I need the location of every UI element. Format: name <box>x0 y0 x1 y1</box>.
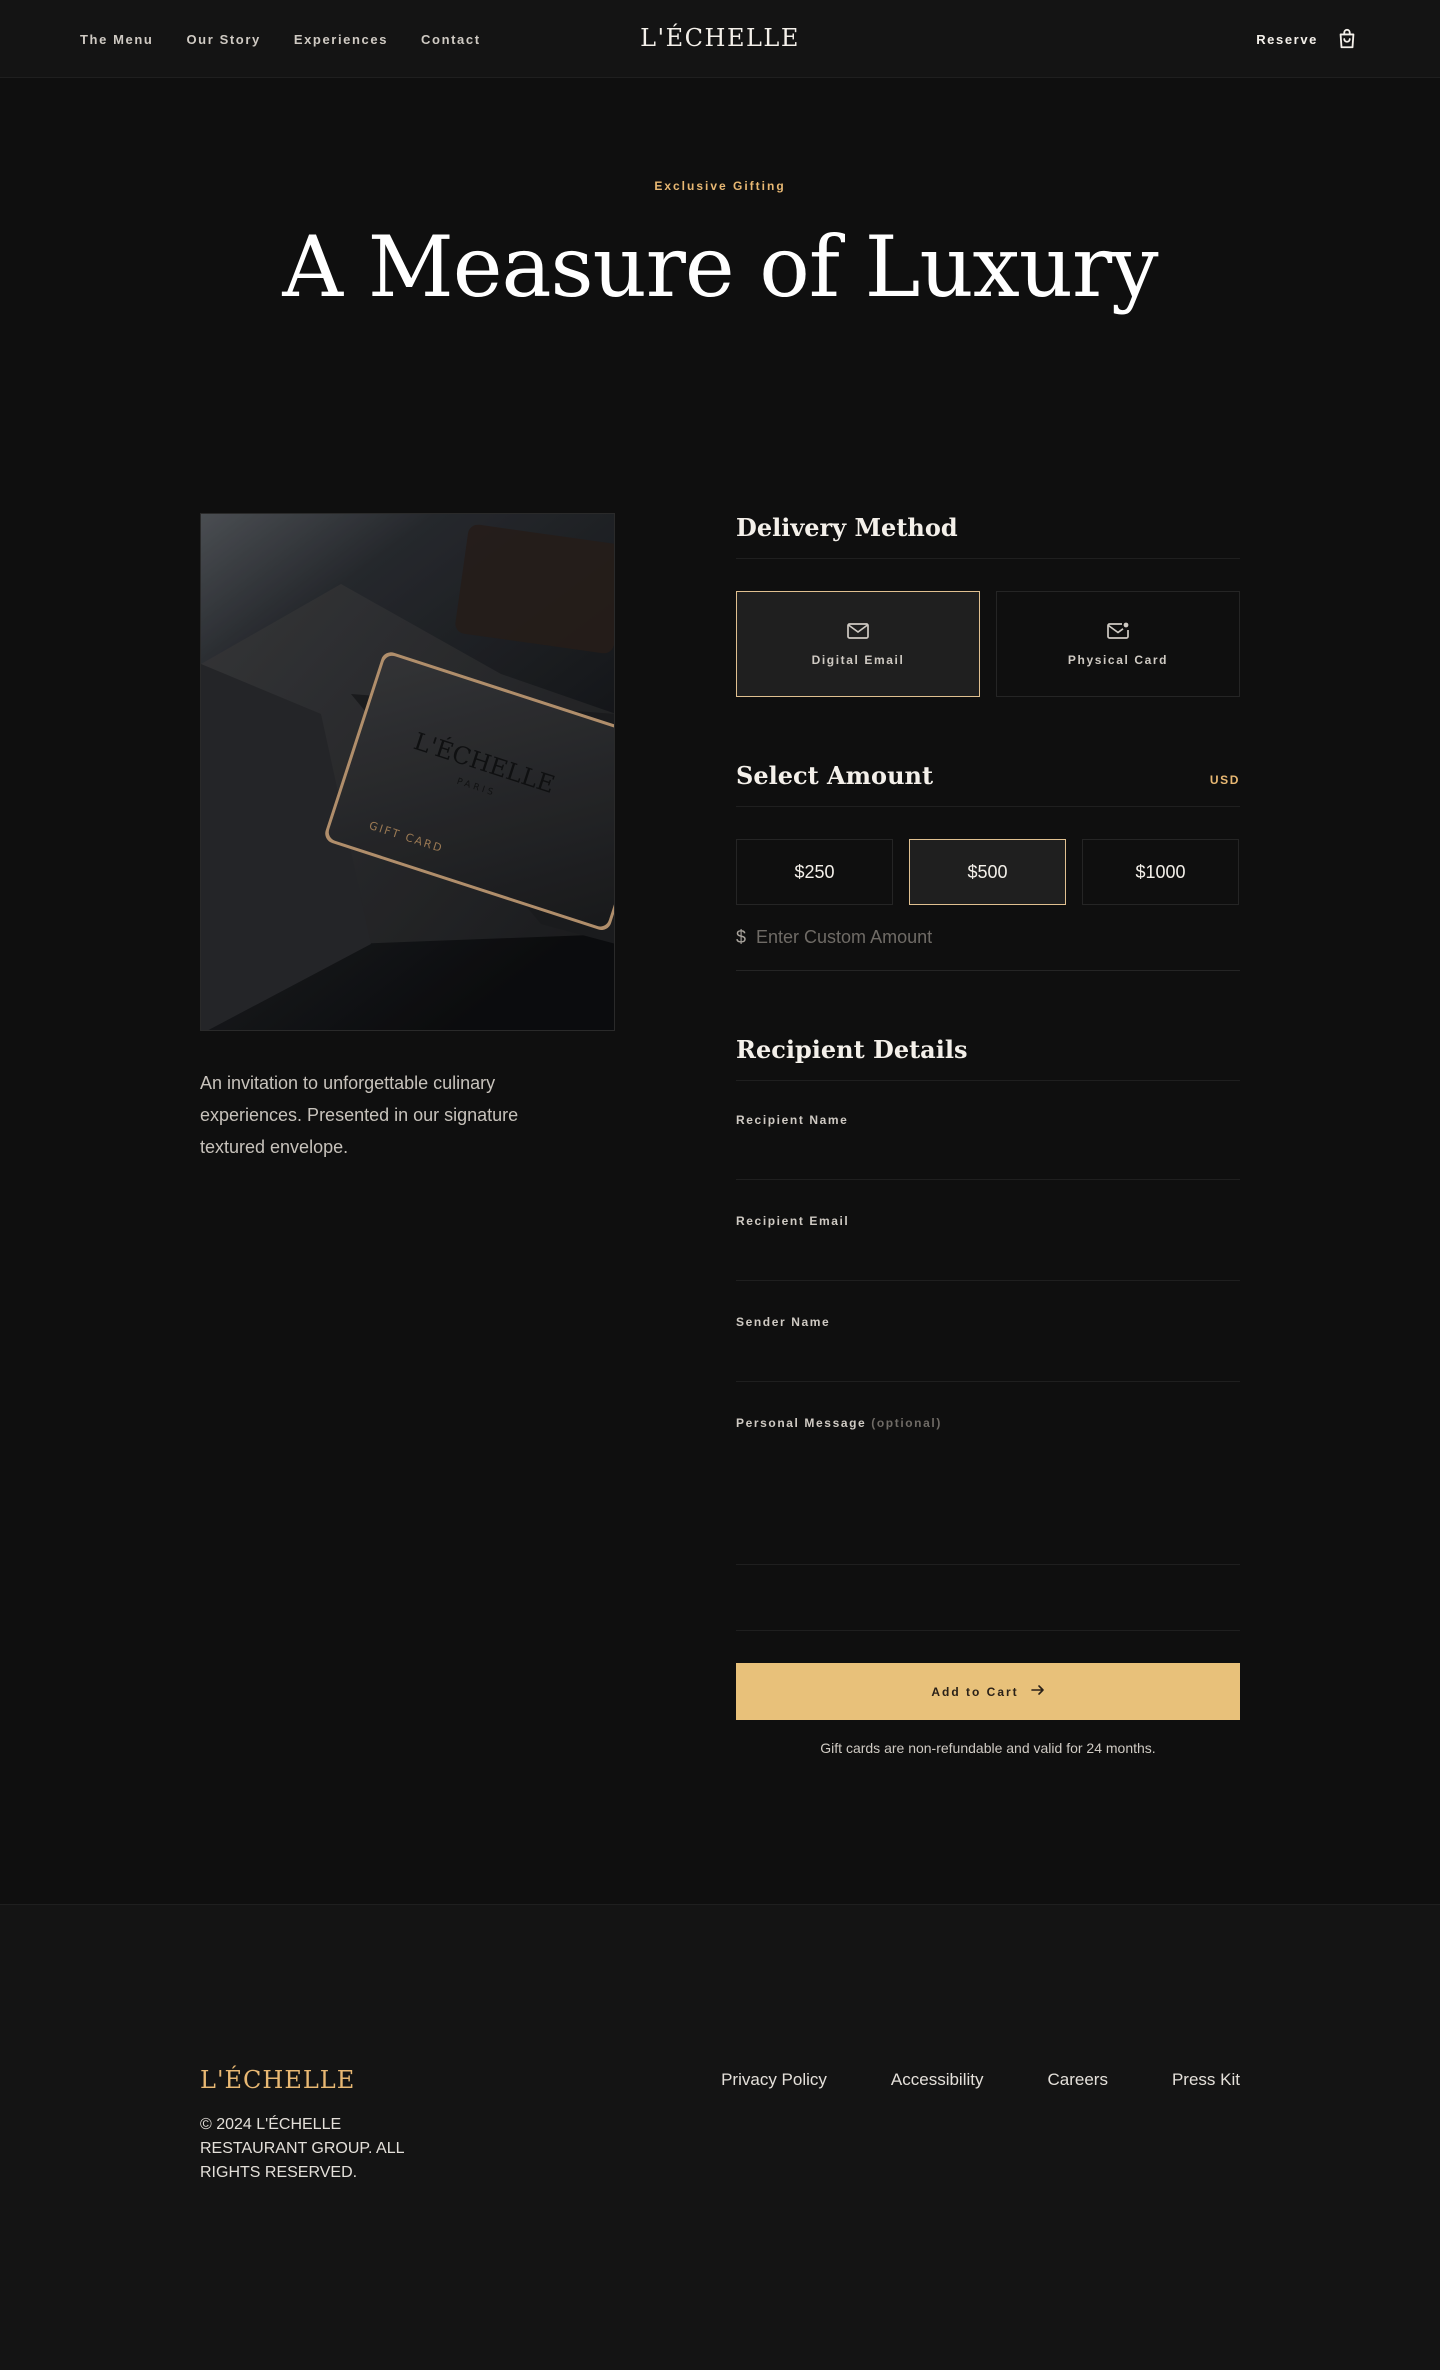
delivery-option-label: Digital Email <box>811 653 905 667</box>
footer-link-careers[interactable]: Careers <box>1048 2070 1108 2090</box>
footer-link-press-kit[interactable]: Press Kit <box>1172 2070 1240 2090</box>
amount-section-header: Select Amount USD <box>736 761 1240 807</box>
header-actions: Reserve <box>1256 0 1358 78</box>
delivery-option-label: Physical Card <box>1067 653 1169 667</box>
purchase-form: Delivery Method Digital Email Physical C… <box>736 513 1240 1756</box>
nav-link-contact[interactable]: Contact <box>421 32 481 47</box>
recipient-title: Recipient Details <box>736 1035 968 1064</box>
personal-message-label-text: Personal Message <box>736 1416 867 1430</box>
brand-container: L'ÉCHELLE <box>600 0 840 78</box>
site-header: The Menu Our Story Experiences Contact L… <box>0 0 1440 78</box>
personal-message-label: Personal Message (optional) <box>736 1416 1240 1430</box>
recipient-email-label: Recipient Email <box>736 1214 850 1228</box>
gift-card-image: L'ÉCHELLE PARIS GIFT CARD <box>200 513 615 1031</box>
site-logo[interactable]: L'ÉCHELLE <box>600 24 840 52</box>
custom-amount-row: $ <box>736 905 1240 971</box>
add-to-cart-button[interactable]: Add to Cart <box>736 1663 1240 1720</box>
personal-message-field: Personal Message (optional) <box>736 1382 1240 1565</box>
nav-link-experiences[interactable]: Experiences <box>294 32 388 47</box>
delivery-title: Delivery Method <box>736 513 958 542</box>
amount-option-500[interactable]: $500 <box>909 839 1066 905</box>
form-divider <box>736 1565 1240 1631</box>
amount-options: $250 $500 $1000 <box>736 839 1240 905</box>
mail-icon <box>846 621 870 641</box>
recipient-name-input[interactable] <box>736 1127 1240 1179</box>
arrow-right-icon <box>1030 1684 1045 1699</box>
sender-name-field: Sender Name <box>736 1281 1240 1382</box>
footer-links: Privacy Policy Accessibility Careers Pre… <box>721 2070 1240 2090</box>
hero-eyebrow: Exclusive Gifting <box>654 179 786 193</box>
recipient-name-field: Recipient Name <box>736 1081 1240 1180</box>
delivery-option-physical-card[interactable]: Physical Card <box>996 591 1240 697</box>
footer-link-privacy[interactable]: Privacy Policy <box>721 2070 827 2090</box>
footer-copyright: © 2024 L'ÉCHELLE Restaurant Group. All R… <box>200 2116 404 2181</box>
footer-link-accessibility[interactable]: Accessibility <box>891 2070 984 2090</box>
product-column: L'ÉCHELLE PARIS GIFT CARD An invitation … <box>200 513 615 1163</box>
shopping-bag-icon[interactable] <box>1336 28 1358 50</box>
footer-logo[interactable]: L'ÉCHELLE <box>200 2066 355 2094</box>
sender-name-label: Sender Name <box>736 1315 831 1329</box>
nav-link-our-story[interactable]: Our Story <box>186 32 260 47</box>
amount-option-1000[interactable]: $1000 <box>1082 839 1239 905</box>
gift-card-page: Exclusive Gifting A Measure of Luxury L'… <box>0 179 1440 1904</box>
amount-option-250[interactable]: $250 <box>736 839 893 905</box>
optional-tag: (optional) <box>871 1416 942 1430</box>
delivery-option-digital-email[interactable]: Digital Email <box>736 591 980 697</box>
delivery-options: Digital Email Physical Card <box>736 591 1240 697</box>
recipient-section-header: Recipient Details <box>736 1035 1240 1081</box>
fine-print: Gift cards are non-refundable and valid … <box>820 1740 1156 1756</box>
site-footer: L'ÉCHELLE © 2024 L'ÉCHELLE Restaurant Gr… <box>0 1904 1440 2370</box>
recipient-email-input[interactable] <box>736 1228 1240 1280</box>
custom-amount-input[interactable] <box>756 927 1217 948</box>
sender-name-input[interactable] <box>736 1329 1240 1381</box>
delivery-section-header: Delivery Method <box>736 513 1240 559</box>
recipient-email-field: Recipient Email <box>736 1180 1240 1281</box>
main-nav: The Menu Our Story Experiences Contact <box>80 0 481 78</box>
recipient-name-label: Recipient Name <box>736 1113 849 1127</box>
page-title: A Measure of Luxury <box>282 218 1158 316</box>
personal-message-input[interactable] <box>736 1430 1240 1564</box>
mail-notification-icon <box>1106 621 1130 641</box>
add-to-cart-label: Add to Cart <box>931 1684 1019 1699</box>
product-description: An invitation to unforgettable culinary … <box>200 1073 519 1157</box>
amount-title: Select Amount <box>736 761 934 790</box>
reserve-link[interactable]: Reserve <box>1256 32 1318 47</box>
dollar-prefix: $ <box>736 927 747 947</box>
nav-link-menu[interactable]: The Menu <box>80 32 153 47</box>
currency-label: USD <box>1209 773 1240 787</box>
